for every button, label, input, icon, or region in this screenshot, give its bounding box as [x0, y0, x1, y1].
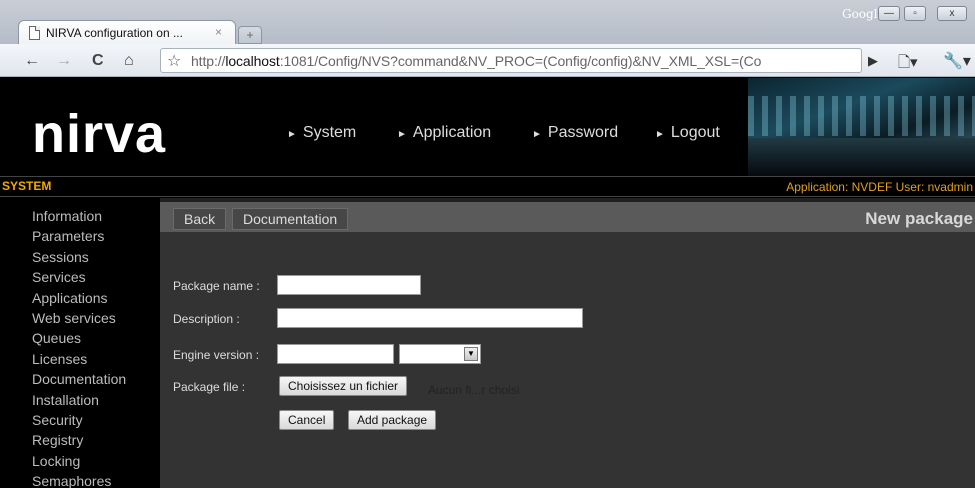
no-file-chosen-text: Aucun fi...r choisi	[428, 383, 520, 397]
nirva-logo: nirva	[32, 104, 167, 164]
section-title: SYSTEM	[2, 179, 52, 193]
action-bar: Back Documentation New package	[160, 198, 975, 232]
sidebar-item-parameters[interactable]: Parameters	[32, 226, 160, 246]
page-title: New package	[865, 209, 973, 228]
close-window-button[interactable]: x	[937, 6, 967, 21]
sidebar-item-services[interactable]: Services	[32, 267, 160, 287]
site-header: nirva ► System ► Application ► Password ► Lo…	[0, 78, 975, 176]
url-host: localhost	[225, 53, 280, 69]
nav-system[interactable]: ► System	[287, 124, 356, 142]
play-icon[interactable]: ▶	[868, 53, 878, 69]
sidebar-item-installation[interactable]: Installation	[32, 390, 160, 410]
minimize-button[interactable]: —	[878, 6, 900, 21]
sidebar-item-licenses[interactable]: Licenses	[32, 349, 160, 369]
sidebar-item-semaphores[interactable]: Semaphores	[32, 471, 160, 488]
sidebar-item-queues[interactable]: Queues	[32, 328, 160, 348]
browser-tab[interactable]: NIRVA configuration on ... ×	[18, 20, 236, 46]
address-bar[interactable]: ☆ http://localhost:1081/Config/NVS?comma…	[160, 48, 862, 73]
package-name-label: Package name :	[173, 279, 260, 293]
back-button[interactable]: Back	[173, 208, 227, 230]
engine-version-select[interactable]: ▼	[399, 344, 481, 364]
sidebar-item-registry[interactable]: Registry	[32, 430, 160, 450]
nav-marker-icon: ►	[655, 129, 665, 140]
banner-floor	[748, 138, 975, 176]
description-label: Description :	[173, 312, 240, 326]
engine-version-input[interactable]	[277, 344, 394, 364]
nav-system-label: System	[302, 124, 357, 141]
url-path: :1081/Config/NVS?command&NV_PROC=(Config…	[279, 53, 762, 69]
header-banner-image	[748, 78, 975, 176]
sidebar: Information Parameters Sessions Services…	[0, 198, 160, 488]
banner-lights	[748, 96, 975, 136]
add-package-button[interactable]: Add package	[348, 410, 437, 430]
package-file-label: Package file :	[173, 380, 246, 394]
page-favicon-icon	[29, 26, 40, 40]
sidebar-item-security[interactable]: Security	[32, 410, 160, 430]
nav-logout[interactable]: ► Logout	[655, 124, 720, 142]
description-input[interactable]	[277, 308, 583, 328]
section-bar: SYSTEM Application: NVDEF User: nvadmin	[0, 176, 975, 197]
nav-application[interactable]: ► Application	[397, 124, 491, 142]
sidebar-item-applications[interactable]: Applications	[32, 288, 160, 308]
forward-arrow-icon[interactable]: →	[56, 52, 72, 70]
home-icon[interactable]: ⌂	[124, 52, 134, 70]
sidebar-item-locking[interactable]: Locking	[32, 451, 160, 471]
nav-logout-label: Logout	[670, 124, 720, 141]
title-bar: NIRVA configuration on ... × + Google — …	[0, 0, 975, 46]
reload-icon[interactable]: C	[92, 52, 104, 70]
nav-password[interactable]: ► Password	[532, 124, 618, 142]
nav-marker-icon: ►	[287, 129, 297, 140]
url-text: http://localhost:1081/Config/NVS?command…	[191, 53, 761, 69]
sidebar-item-web-services[interactable]: Web services	[32, 308, 160, 328]
sidebar-item-sessions[interactable]: Sessions	[32, 247, 160, 267]
page-menu-icon[interactable]: 🗋▾	[898, 52, 918, 77]
documentation-button[interactable]: Documentation	[232, 208, 349, 230]
new-tab-button[interactable]: +	[238, 26, 262, 44]
sidebar-item-information[interactable]: Information	[32, 206, 160, 226]
url-prefix: http://	[191, 53, 226, 69]
engine-version-label: Engine version :	[173, 348, 260, 362]
back-arrow-icon[interactable]: ←	[24, 52, 40, 70]
wrench-menu-icon[interactable]: 🔧▾	[943, 51, 971, 71]
cancel-button[interactable]: Cancel	[279, 410, 335, 430]
application-user-info: Application: NVDEF User: nvadmin	[786, 180, 973, 194]
nav-marker-icon: ►	[397, 129, 407, 140]
nav-application-label: Application	[412, 124, 492, 141]
sidebar-item-documentation[interactable]: Documentation	[32, 369, 160, 389]
package-name-input[interactable]	[277, 275, 421, 295]
browser-window: NIRVA configuration on ... × + Google — …	[0, 0, 975, 488]
maximize-button[interactable]: ▫	[904, 6, 926, 21]
tab-close-icon[interactable]: ×	[215, 25, 222, 39]
browser-toolbar: ← → C ⌂ ☆ http://localhost:1081/Config/N…	[0, 44, 975, 77]
bookmark-star-icon[interactable]: ☆	[167, 51, 181, 71]
dropdown-arrow-icon[interactable]: ▼	[464, 347, 478, 361]
main-content: Back Documentation New package Package n…	[160, 198, 975, 488]
choose-file-button[interactable]: Choisissez un fichier	[279, 376, 408, 396]
nav-marker-icon: ►	[532, 129, 542, 140]
nav-password-label: Password	[547, 124, 619, 141]
tab-title: NIRVA configuration on ...	[46, 26, 183, 40]
